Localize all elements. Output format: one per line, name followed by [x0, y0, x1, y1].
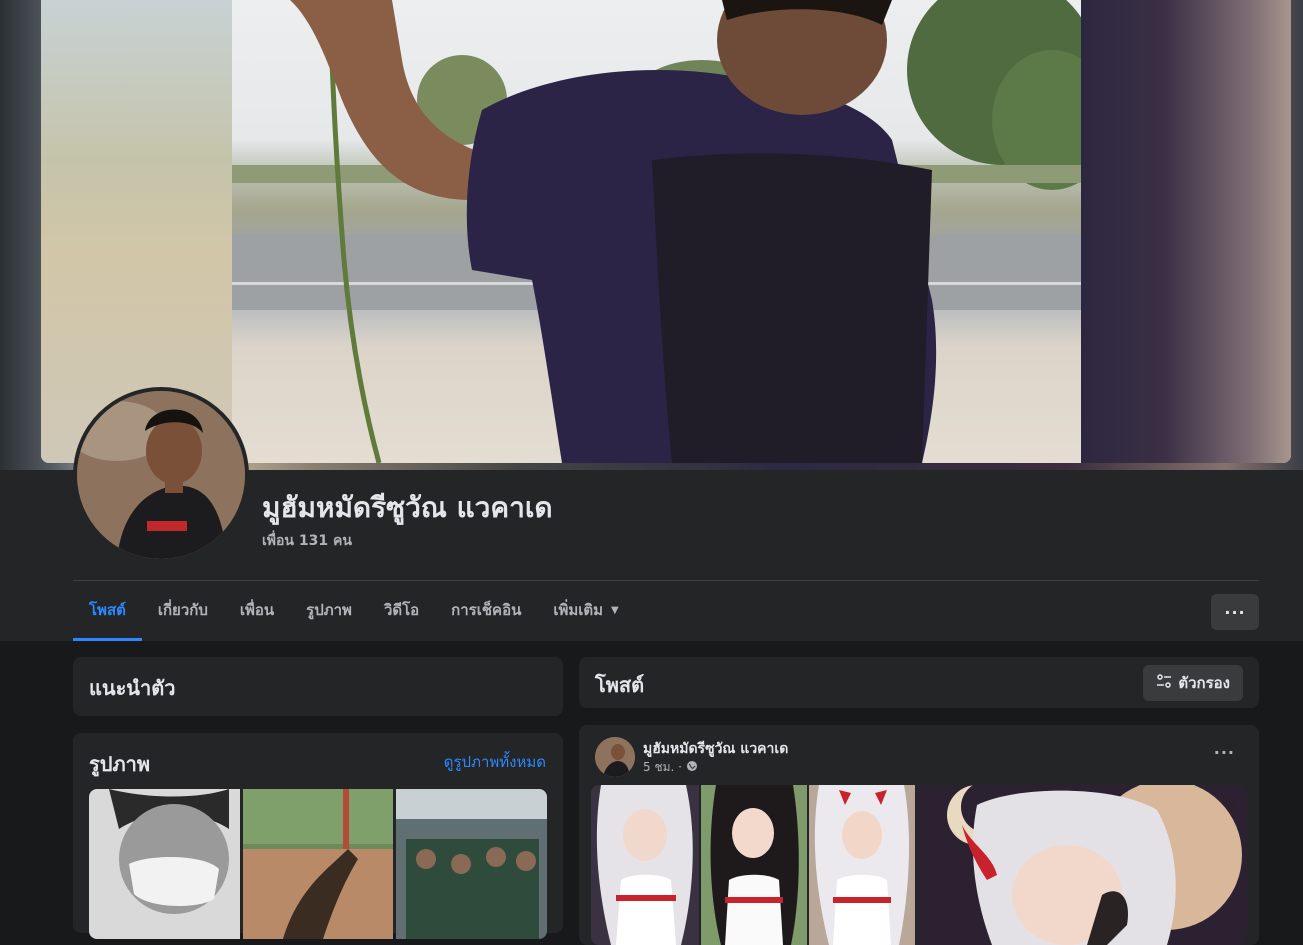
post-image[interactable] — [809, 785, 915, 945]
photo-thumbnail-image — [396, 789, 547, 939]
tab-checkins[interactable]: การเช็คอิน — [435, 582, 537, 638]
tab-label: วิดีโอ — [383, 601, 420, 619]
tab-videos[interactable]: วิดีโอ — [368, 582, 435, 638]
cover-photo[interactable] — [41, 0, 1291, 463]
profile-avatar[interactable] — [73, 387, 249, 563]
post-image[interactable] — [701, 785, 807, 945]
post-card: มูฮัมหมัดรีซูวัณ แวคาเด 5 ชม. · ··· — [579, 725, 1259, 945]
post-image[interactable] — [591, 785, 699, 945]
tab-label: เพื่อน — [239, 601, 275, 619]
chevron-down-icon: ▼ — [611, 604, 619, 616]
photos-card: รูปภาพ ดูรูปภาพทั้งหมด — [73, 733, 563, 939]
profile-name: มูฮัมหมัดรีซูวัณ แวคาเด — [262, 491, 553, 524]
header-divider — [73, 580, 1259, 581]
post-image-illustration — [701, 785, 807, 945]
post-more-button[interactable]: ··· — [1214, 743, 1235, 762]
intro-card: แนะนำตัว — [73, 657, 563, 716]
avatar-illustration — [77, 391, 245, 559]
profile-tabs: โพสต์ เกี่ยวกับ เพื่อน รูปภาพ วิดีโอ การ… — [73, 582, 635, 641]
tab-label: เกี่ยวกับ — [157, 601, 208, 619]
photo-thumbnail[interactable] — [396, 789, 547, 939]
post-image-illustration — [917, 785, 1247, 945]
profile-more-button[interactable]: ··· — [1211, 594, 1259, 630]
tab-label: รูปภาพ — [306, 601, 352, 619]
profile-avatar-image — [77, 391, 245, 559]
friends-count[interactable]: เพื่อน 131 คน — [262, 530, 352, 552]
filter-icon — [1156, 673, 1172, 693]
photo-thumbnails — [89, 789, 547, 939]
photo-thumbnail[interactable] — [89, 789, 240, 939]
intro-title: แนะนำตัว — [89, 676, 176, 700]
post-image-illustration — [809, 785, 915, 945]
posts-header-card: โพสต์ ตัวกรอง — [579, 657, 1259, 708]
posts-title: โพสต์ — [595, 673, 645, 697]
post-timestamp: 5 ชม. · — [643, 758, 698, 777]
post-image[interactable] — [917, 785, 1247, 945]
see-all-photos-link[interactable]: ดูรูปภาพทั้งหมด — [444, 750, 546, 774]
tab-photos[interactable]: รูปภาพ — [290, 582, 368, 638]
filter-button[interactable]: ตัวกรอง — [1143, 665, 1243, 701]
photo-thumbnail-image — [89, 789, 240, 939]
tab-label: โพสต์ — [89, 601, 126, 619]
photo-thumbnail[interactable] — [242, 789, 394, 939]
cover-photo-illustration — [232, 0, 1081, 463]
tab-more[interactable]: เพิ่มเติม ▼ — [537, 582, 634, 638]
post-image-grid — [591, 785, 1247, 945]
tab-label: การเช็คอิน — [451, 601, 522, 619]
tab-label: เพิ่มเติม — [553, 601, 604, 619]
tab-friends[interactable]: เพื่อน — [224, 582, 290, 638]
globe-icon — [686, 760, 698, 775]
cover-photo-image — [232, 0, 1081, 463]
tab-posts[interactable]: โพสต์ — [73, 582, 142, 641]
photo-thumbnail-image — [242, 789, 394, 939]
more-horizontal-icon: ··· — [1224, 602, 1246, 622]
cover-right-blur — [1081, 0, 1291, 463]
post-author-avatar[interactable] — [595, 737, 635, 777]
post-time-text[interactable]: 5 ชม. · — [643, 758, 682, 777]
photos-title: รูปภาพ — [89, 752, 151, 776]
tab-about[interactable]: เกี่ยวกับ — [142, 582, 224, 638]
post-image-illustration — [591, 785, 699, 945]
post-author-name[interactable]: มูฮัมหมัดรีซูวัณ แวคาเด — [643, 738, 788, 760]
filter-label: ตัวกรอง — [1178, 674, 1230, 692]
